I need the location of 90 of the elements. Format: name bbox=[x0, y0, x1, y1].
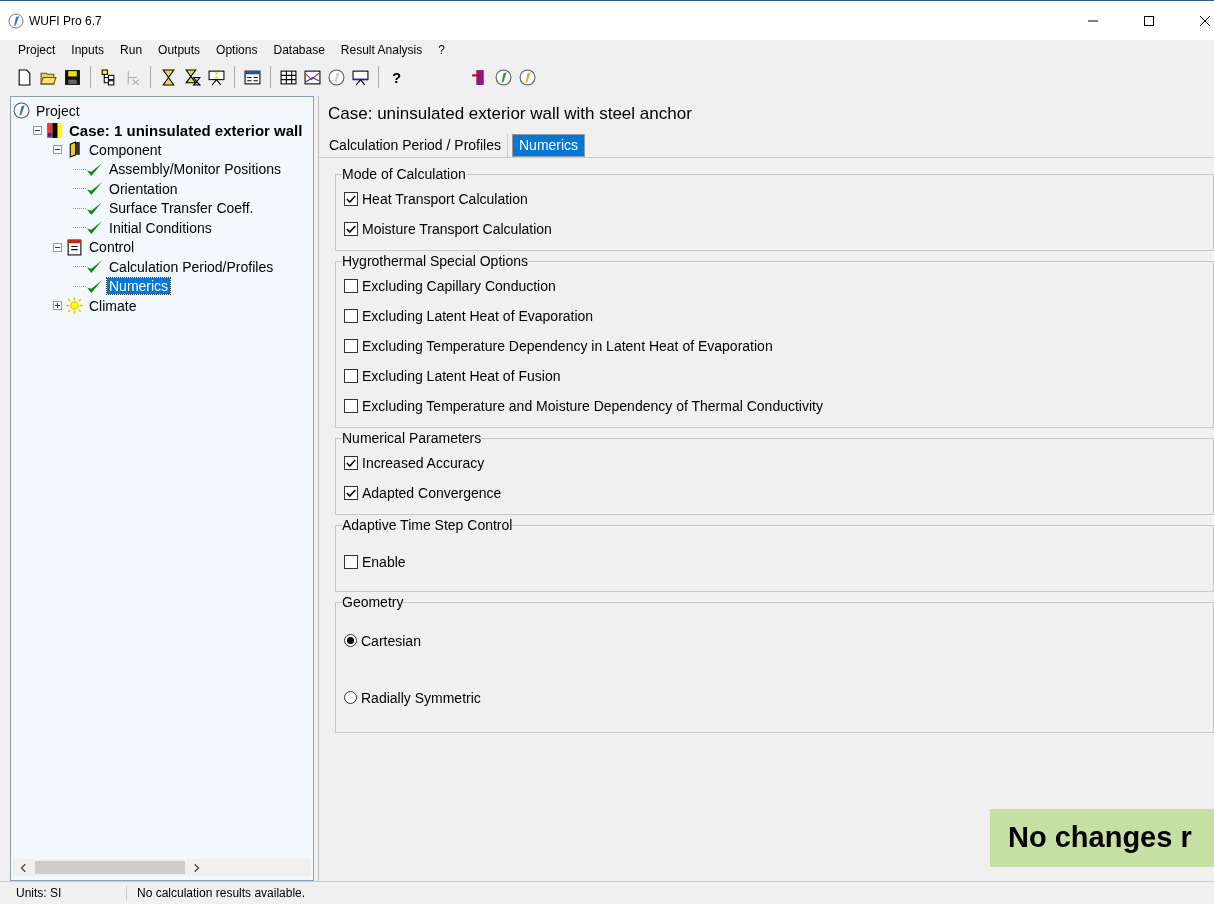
checkmark-icon bbox=[86, 199, 103, 217]
checkbox[interactable] bbox=[344, 339, 358, 353]
close-icon[interactable] bbox=[1200, 15, 1210, 26]
tree-item[interactable]: Calculation Period/Profiles bbox=[107, 258, 276, 275]
scroll-right-icon[interactable] bbox=[191, 862, 201, 873]
hourglass-icon[interactable] bbox=[160, 68, 177, 86]
group-title: Geometry bbox=[342, 594, 404, 610]
tree-item[interactable]: Initial Conditions bbox=[107, 219, 214, 236]
help-button[interactable]: ? bbox=[388, 68, 406, 86]
status-message: No calculation results available. bbox=[136, 886, 306, 900]
checkmark-icon bbox=[86, 277, 103, 295]
radio-button[interactable] bbox=[344, 691, 357, 704]
group-title: Mode of Calculation bbox=[342, 166, 466, 182]
group-title: Adaptive Time Step Control bbox=[342, 517, 513, 533]
expander-icon[interactable] bbox=[53, 301, 62, 311]
option-label: Excluding Latent Heat of Evaporation bbox=[362, 308, 594, 324]
checkbox[interactable] bbox=[344, 399, 358, 413]
checkbox[interactable] bbox=[344, 279, 358, 293]
option-label: Excluding Capillary Conduction bbox=[362, 278, 556, 294]
radio-button[interactable] bbox=[344, 634, 357, 647]
menu-item[interactable]: Run bbox=[112, 43, 151, 57]
checkbox[interactable] bbox=[344, 309, 358, 323]
option-label: Heat Transport Calculation bbox=[362, 191, 528, 207]
tree-item[interactable]: Climate bbox=[87, 297, 139, 314]
tree-item[interactable]: Control bbox=[87, 239, 137, 256]
option-label: Increased Accuracy bbox=[362, 455, 485, 471]
checkmark-icon bbox=[86, 180, 103, 198]
checkbox[interactable] bbox=[344, 192, 358, 206]
project-logo-icon bbox=[13, 102, 30, 120]
save-icon[interactable] bbox=[64, 68, 81, 86]
checkbox[interactable] bbox=[344, 555, 358, 569]
circle-logo-icon[interactable] bbox=[495, 68, 513, 86]
option-label: Excluding Temperature and Moisture Dependency of Thermal Conductivity bbox=[362, 398, 823, 414]
tree-item[interactable]: Project bbox=[34, 102, 82, 119]
option-label: Cartesian bbox=[361, 632, 421, 649]
scroll-thumb[interactable] bbox=[35, 861, 185, 874]
tab[interactable]: Calculation Period / Profiles bbox=[325, 134, 508, 157]
option-label: Moisture Transport Calculation bbox=[362, 221, 552, 237]
presentation-icon[interactable] bbox=[208, 68, 225, 86]
window-form-icon[interactable] bbox=[244, 68, 261, 86]
hourglass-icon[interactable] bbox=[184, 68, 201, 86]
menu-item[interactable]: Options bbox=[208, 43, 266, 57]
tree-item[interactable]: Component bbox=[87, 141, 164, 158]
new-document-icon[interactable] bbox=[16, 68, 33, 86]
checkmark-icon bbox=[86, 219, 103, 237]
status-units: Units: SI bbox=[0, 886, 127, 900]
menu-item[interactable]: Result Analysis bbox=[332, 43, 431, 57]
checkbox[interactable] bbox=[344, 222, 358, 236]
case-icon bbox=[46, 121, 63, 139]
app-logo-icon bbox=[8, 12, 24, 29]
maximize-icon[interactable] bbox=[1144, 15, 1154, 26]
option-label: Excluding Latent Heat of Fusion bbox=[362, 368, 561, 384]
checkbox[interactable] bbox=[344, 369, 358, 383]
circle-logo-icon[interactable] bbox=[519, 68, 537, 86]
checkmark-icon bbox=[86, 160, 103, 178]
group-title: Numerical Parameters bbox=[342, 430, 482, 446]
group-title: Hygrothermal Special Options bbox=[342, 253, 528, 269]
option-label: Excluding Temperature Dependency in Latent Heat of Evaporation bbox=[362, 338, 773, 354]
menu-item[interactable]: Database bbox=[265, 43, 333, 57]
checkmark-icon bbox=[86, 258, 103, 276]
scroll-left-icon[interactable] bbox=[19, 862, 29, 873]
notice-banner: No changes r bbox=[990, 809, 1214, 867]
menu-item[interactable]: Project bbox=[10, 43, 64, 57]
graph-icon[interactable] bbox=[304, 68, 321, 86]
tree-item[interactable]: Case: 1 uninsulated exterior wall bbox=[67, 121, 305, 139]
menu-item[interactable]: ? bbox=[430, 43, 453, 57]
case-title: Case: uninsulated exterior wall with steel anchor bbox=[327, 103, 693, 125]
tree-item[interactable]: Orientation bbox=[107, 180, 180, 197]
checkbox[interactable] bbox=[344, 456, 358, 470]
option-label: Radially Symmetric bbox=[361, 689, 481, 706]
horizontal-scrollbar[interactable] bbox=[13, 859, 311, 876]
window-title: WUFI Pro 6.7 bbox=[29, 13, 102, 28]
tree-icon[interactable] bbox=[100, 68, 117, 86]
expander-icon[interactable] bbox=[53, 242, 62, 252]
tree-item[interactable]: Numerics bbox=[107, 278, 171, 295]
checkbox[interactable] bbox=[344, 486, 358, 500]
circle-logo-icon[interactable] bbox=[328, 68, 345, 86]
option-label: Adapted Convergence bbox=[362, 485, 502, 501]
expander-icon[interactable] bbox=[33, 125, 42, 135]
menu-item[interactable]: Inputs bbox=[63, 43, 113, 57]
calendar-icon bbox=[66, 238, 83, 256]
tree-item[interactable]: Assembly/Monitor Positions bbox=[107, 161, 283, 178]
sun-icon bbox=[66, 297, 83, 315]
tab[interactable]: Numerics bbox=[512, 134, 586, 157]
table-icon[interactable] bbox=[280, 68, 297, 86]
presentation-icon[interactable] bbox=[352, 68, 369, 86]
menu-item[interactable]: Outputs bbox=[150, 43, 209, 57]
expander-icon[interactable] bbox=[53, 145, 62, 155]
tree-item[interactable]: Surface Transfer Coeff. bbox=[107, 200, 256, 217]
option-label: Enable bbox=[362, 554, 406, 570]
